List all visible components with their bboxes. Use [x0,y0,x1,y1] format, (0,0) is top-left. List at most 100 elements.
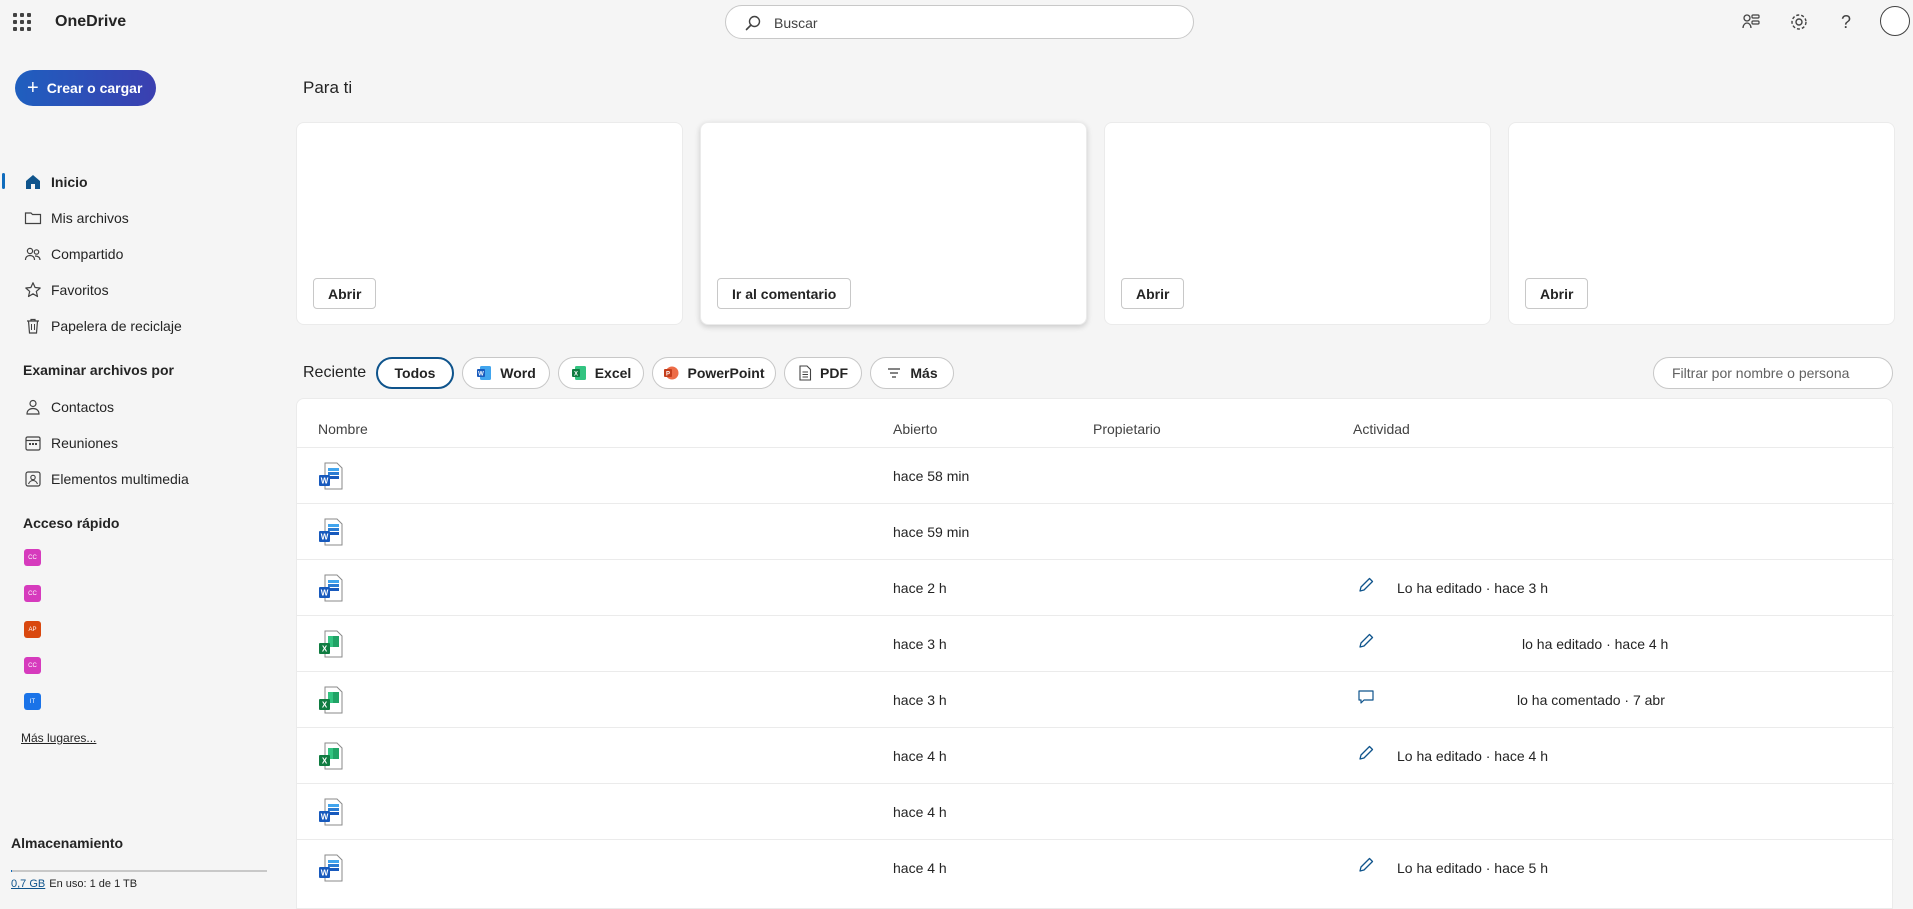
filter-todos[interactable]: Todos [376,357,454,389]
star-icon [24,281,42,299]
nav-item-contactos[interactable]: Contactos [0,390,270,424]
home-icon [24,173,42,191]
column-header-activity[interactable]: Actividad [1353,421,1410,437]
top-bar: OneDrive Buscar ? [0,0,1913,46]
filter-by-name-input[interactable]: Filtrar por nombre o persona [1653,357,1893,389]
quick-access-item[interactable]: CC [24,585,41,602]
nav-item-papelera[interactable]: Papelera de reciclaje [0,309,270,343]
browse-section-title: Examinar archivos por [23,362,174,378]
quick-access-item[interactable]: AP [24,621,41,638]
svg-text:P: P [666,372,670,378]
recent-files-table: Nombre Abierto Propietario Actividad Wha… [296,398,1894,909]
nav-label: Inicio [51,174,88,190]
opened-time: hace 3 h [893,636,947,652]
app-title[interactable]: OneDrive [55,13,126,31]
quick-access-item[interactable]: IT [24,693,41,710]
word-file-icon: W [318,462,344,490]
pencil-icon [1357,856,1375,879]
quick-access-item[interactable]: CC [24,657,41,674]
open-button[interactable]: Abrir [1121,278,1185,309]
nav-item-compartido[interactable]: Compartido [0,237,270,271]
word-file-icon: W [318,798,344,826]
table-row[interactable]: Whace 2 h Lo ha editado · hace 3 h [297,559,1894,615]
filter-label: Word [500,365,536,381]
excel-file-icon: X [318,630,344,658]
column-header-owner[interactable]: Propietario [1093,421,1161,437]
help-icon[interactable]: ? [1834,10,1858,34]
word-icon: W [476,365,492,381]
filter-label: PDF [820,365,848,381]
opened-time: hace 3 h [893,692,947,708]
svg-text:X: X [574,372,578,378]
suggested-file-card[interactable]: Ir al comentario [700,122,1087,325]
nav-label: Favoritos [51,282,109,298]
calendar-icon [24,434,42,452]
word-file-icon: W [318,574,344,602]
svg-text:W: W [321,869,329,878]
search-input[interactable]: Buscar [725,5,1194,39]
opened-time: hace 59 min [893,524,970,540]
filter-label: Excel [594,365,632,381]
gear-icon[interactable] [1787,10,1811,34]
filter-excel[interactable]: X Excel [558,357,644,389]
suggested-file-card[interactable]: Abrir [1508,122,1895,325]
opened-time: hace 4 h [893,860,947,876]
search-icon [744,14,762,37]
filter-more[interactable]: Más [870,357,954,389]
nav-item-inicio[interactable]: Inicio [0,165,270,199]
table-row[interactable]: Whace 58 min [297,447,1894,503]
column-header-opened[interactable]: Abierto [893,421,937,437]
plus-icon: + [27,77,39,99]
people-icon [24,245,42,263]
storage-progress-fill [11,870,12,872]
nav-label: Mis archivos [51,210,129,226]
activity-text: lo ha comentado · 7 abr [1517,692,1665,708]
table-row[interactable]: Whace 4 h [297,783,1894,839]
nav-item-multimedia[interactable]: Elementos multimedia [0,462,270,496]
powerpoint-icon: P [663,365,679,381]
storage-progress-bar [11,870,267,872]
image-icon [24,470,42,488]
opened-time: hace 4 h [893,748,947,764]
filter-lines-icon [886,365,902,381]
filter-word[interactable]: W Word [462,357,550,389]
go-to-comment-button[interactable]: Ir al comentario [717,278,852,309]
svg-text:W: W [321,813,329,822]
nav-item-reuniones[interactable]: Reuniones [0,426,270,460]
create-upload-button[interactable]: + Crear o cargar [15,70,156,106]
person-icon [24,398,42,416]
table-row[interactable]: Xhace 4 h Lo ha editado · hace 4 h [297,727,1894,783]
avatar[interactable] [1880,6,1910,36]
column-header-name[interactable]: Nombre [318,421,368,437]
word-file-icon: W [318,854,344,882]
waffle-icon[interactable] [13,13,31,31]
filter-powerpoint[interactable]: P PowerPoint [652,357,776,389]
filter-label: Todos [394,365,436,381]
nav-item-favoritos[interactable]: Favoritos [0,273,270,307]
nav-item-mis-archivos[interactable]: Mis archivos [0,201,270,235]
nav-label: Reuniones [51,435,118,451]
more-places-link[interactable]: Más lugares... [21,731,96,745]
quick-access-item[interactable]: CC [24,549,41,566]
suggested-file-card[interactable]: Abrir [1104,122,1491,325]
open-button[interactable]: Abrir [313,278,377,309]
share-icon[interactable] [1739,10,1763,34]
excel-file-icon: X [318,686,344,714]
suggested-file-card[interactable]: Abrir [296,122,683,325]
filter-pdf[interactable]: PDF [784,357,862,389]
table-row[interactable]: Xhace 3 h lo ha editado · hace 4 h [297,615,1894,671]
table-row[interactable]: Xhace 3 h lo ha comentado · 7 abr [297,671,1894,727]
search-placeholder: Buscar [774,15,818,31]
table-row[interactable]: Whace 4 h Lo ha editado · hace 5 h [297,839,1894,895]
open-button[interactable]: Abrir [1525,278,1589,309]
table-row[interactable]: Whace 59 min [297,503,1894,559]
svg-text:W: W [321,589,329,598]
trash-icon [24,317,42,335]
svg-text:W: W [321,477,329,486]
storage-used-link[interactable]: 0,7 GB [11,878,45,890]
pencil-icon [1357,576,1375,599]
filter-input-placeholder: Filtrar por nombre o persona [1672,365,1850,381]
filter-label: Más [910,365,938,381]
svg-text:X: X [322,645,328,654]
opened-time: hace 4 h [893,804,947,820]
